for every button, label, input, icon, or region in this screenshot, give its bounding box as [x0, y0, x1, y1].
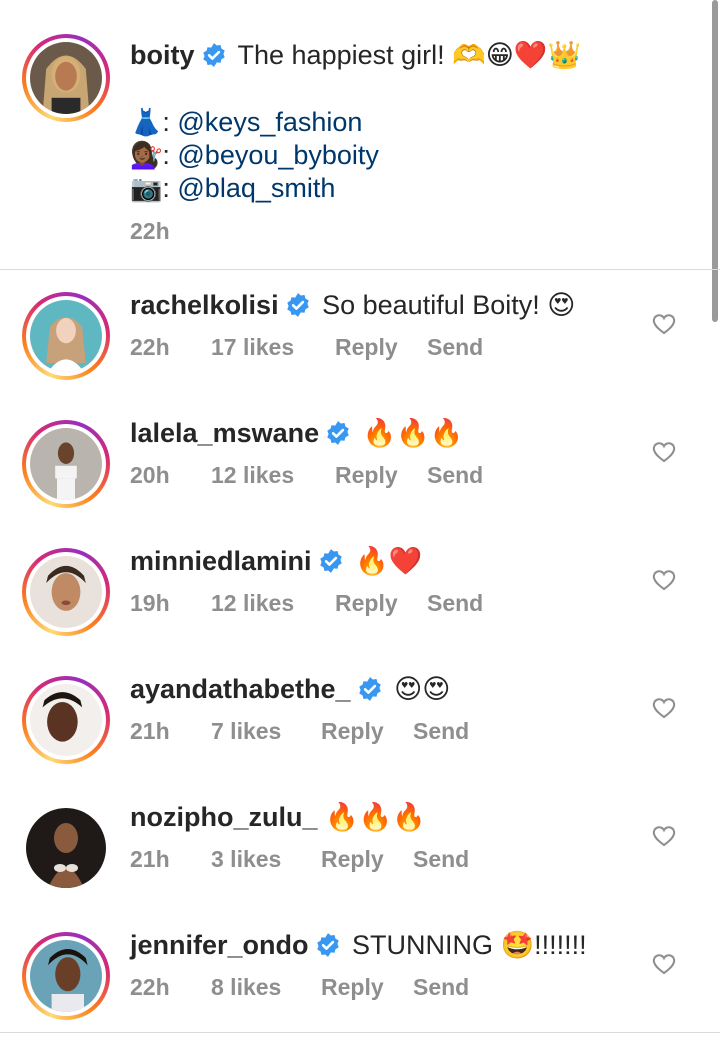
comment-username[interactable]: nozipho_zulu_	[130, 802, 317, 832]
send-button[interactable]: Send	[413, 846, 469, 873]
comment-message: So beautiful Boity! 😍	[322, 290, 576, 320]
reply-button[interactable]: Reply	[321, 846, 413, 873]
post-caption: boity The happiest girl! 🫶😁❤️👑 👗: @keys_…	[0, 0, 720, 270]
comment-message: STUNNING 🤩!!!!!!!	[352, 930, 587, 960]
comment-username[interactable]: lalela_mswane	[130, 418, 319, 448]
comment-text-line: ayandathabethe_ 😍😍	[130, 672, 450, 706]
likes-count[interactable]: 7 likes	[211, 718, 321, 745]
verified-badge-icon	[357, 676, 383, 702]
comment-meta: 21h 7 likes Reply Send	[130, 718, 469, 745]
profile-photo	[30, 940, 102, 1012]
comment-item: jennifer_ondo STUNNING 🤩!!!!!!! 22h 8 lik…	[0, 912, 720, 1038]
comment-meta: 22h 8 likes Reply Send	[130, 974, 469, 1001]
avatar[interactable]	[22, 34, 110, 122]
comment-text-line: jennifer_ondo STUNNING 🤩!!!!!!!	[130, 928, 587, 962]
reply-button[interactable]: Reply	[335, 334, 427, 361]
comment-timestamp: 22h	[130, 974, 170, 1000]
send-button[interactable]: Send	[413, 974, 469, 1001]
like-heart-icon[interactable]	[652, 568, 676, 592]
comment-username[interactable]: jennifer_ondo	[130, 930, 309, 960]
comment-meta: 19h 12 likes Reply Send	[130, 590, 483, 617]
comment-meta: 20h 12 likes Reply Send	[130, 462, 483, 489]
comment-timestamp: 21h	[130, 846, 170, 872]
profile-photo	[30, 556, 102, 628]
comment-message: 🔥🔥🔥	[362, 418, 464, 448]
comment-username[interactable]: minniedlamini	[130, 546, 312, 576]
comment-text-line: lalela_mswane 🔥🔥🔥	[130, 416, 464, 450]
credit-separator: :	[162, 140, 178, 170]
divider	[0, 1032, 720, 1033]
comment-message: 😍😍	[394, 674, 451, 704]
credit-line: 📷: @blaq_smith	[130, 171, 335, 205]
comment-message: 🔥❤️	[355, 546, 423, 576]
avatar[interactable]	[22, 676, 110, 764]
like-heart-icon[interactable]	[652, 312, 676, 336]
likes-count[interactable]: 12 likes	[211, 590, 335, 617]
credit-separator: :	[162, 173, 178, 203]
likes-count[interactable]: 3 likes	[211, 846, 321, 873]
comment-message: 🔥🔥🔥	[325, 802, 426, 832]
comment-timestamp: 21h	[130, 718, 170, 744]
avatar[interactable]	[22, 548, 110, 636]
caption-username[interactable]: boity	[130, 40, 195, 70]
avatar[interactable]	[22, 932, 110, 1020]
credit-separator: :	[162, 107, 178, 137]
dress-icon: 👗	[130, 107, 163, 137]
comment-timestamp: 20h	[130, 462, 170, 488]
camera-icon: 📷	[130, 173, 163, 203]
send-button[interactable]: Send	[427, 590, 483, 617]
verified-badge-icon	[318, 548, 344, 574]
comment-item: rachelkolisi So beautiful Boity! 😍 22h 17…	[0, 272, 720, 400]
send-button[interactable]: Send	[427, 462, 483, 489]
haircut-icon: 💇🏾‍♀️	[130, 140, 163, 170]
mention-link[interactable]: @keys_fashion	[177, 107, 362, 137]
comment-text-line: minniedlamini 🔥❤️	[130, 544, 422, 578]
avatar[interactable]	[22, 804, 110, 892]
comment-item: minniedlamini 🔥❤️ 19h 12 likes Reply Send	[0, 528, 720, 656]
reply-button[interactable]: Reply	[335, 590, 427, 617]
mention-link[interactable]: @blaq_smith	[177, 173, 335, 203]
likes-count[interactable]: 17 likes	[211, 334, 335, 361]
send-button[interactable]: Send	[427, 334, 483, 361]
like-heart-icon[interactable]	[652, 696, 676, 720]
profile-photo	[30, 300, 102, 372]
comment-text-line: rachelkolisi So beautiful Boity! 😍	[130, 288, 575, 322]
caption-meta: 22h	[130, 218, 170, 245]
credit-line: 👗: @keys_fashion	[130, 105, 362, 139]
credit-line: 💇🏾‍♀️: @beyou_byboity	[130, 138, 379, 172]
likes-count[interactable]: 8 likes	[211, 974, 321, 1001]
reply-button[interactable]: Reply	[335, 462, 427, 489]
comment-item: lalela_mswane 🔥🔥🔥 20h 12 likes Reply Send	[0, 400, 720, 528]
profile-photo	[30, 42, 102, 114]
comment-username[interactable]: ayandathabethe_	[130, 674, 351, 704]
avatar[interactable]	[22, 292, 110, 380]
avatar[interactable]	[22, 420, 110, 508]
like-heart-icon[interactable]	[652, 952, 676, 976]
profile-photo	[30, 428, 102, 500]
like-heart-icon[interactable]	[652, 824, 676, 848]
comment-timestamp: 22h	[130, 334, 170, 360]
verified-badge-icon	[201, 42, 227, 68]
comment-text-line: nozipho_zulu_ 🔥🔥🔥	[130, 800, 426, 834]
verified-badge-icon	[285, 292, 311, 318]
comment-item: ayandathabethe_ 😍😍 21h 7 likes Reply Send	[0, 656, 720, 784]
caption-timestamp: 22h	[130, 218, 170, 244]
verified-badge-icon	[325, 420, 351, 446]
comment-meta: 21h 3 likes Reply Send	[130, 846, 469, 873]
send-button[interactable]: Send	[413, 718, 469, 745]
profile-photo	[26, 808, 106, 888]
reply-button[interactable]: Reply	[321, 718, 413, 745]
comment-timestamp: 19h	[130, 590, 170, 616]
like-heart-icon[interactable]	[652, 440, 676, 464]
comment-username[interactable]: rachelkolisi	[130, 290, 279, 320]
comment-meta: 22h 17 likes Reply Send	[130, 334, 483, 361]
verified-badge-icon	[315, 932, 341, 958]
caption-text-line: boity The happiest girl! 🫶😁❤️👑	[130, 38, 581, 72]
mention-link[interactable]: @beyou_byboity	[177, 140, 379, 170]
comment-item: nozipho_zulu_ 🔥🔥🔥 21h 3 likes Reply Send	[0, 784, 720, 912]
profile-photo	[30, 684, 102, 756]
likes-count[interactable]: 12 likes	[211, 462, 335, 489]
reply-button[interactable]: Reply	[321, 974, 413, 1001]
caption-message: The happiest girl! 🫶😁❤️👑	[237, 40, 582, 70]
